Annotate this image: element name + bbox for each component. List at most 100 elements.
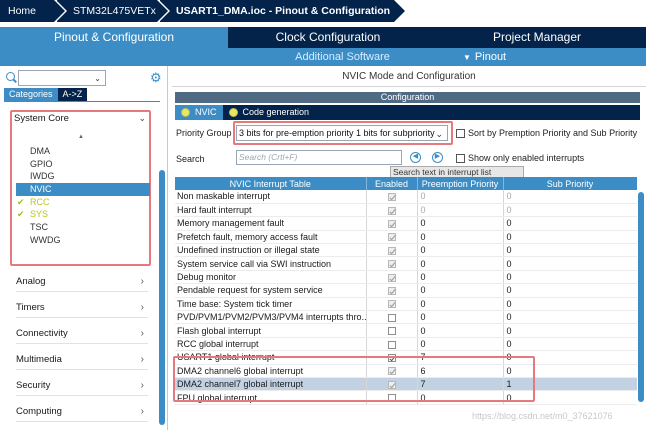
show-enabled-checkbox[interactable] bbox=[456, 154, 465, 163]
column-header-interrupt[interactable]: NVIC Interrupt Table bbox=[175, 177, 367, 190]
category-computing[interactable]: Computing › bbox=[16, 406, 148, 422]
category-label: Security bbox=[16, 380, 51, 391]
category-system-core[interactable]: System Core ⌄ bbox=[14, 113, 150, 127]
breadcrumb-home[interactable]: Home bbox=[0, 0, 67, 22]
preemption-priority[interactable]: 0 bbox=[417, 203, 504, 218]
table-row[interactable]: Non maskable interrupt 0 0 bbox=[175, 190, 637, 204]
table-row[interactable]: Prefetch fault, memory access fault 0 0 bbox=[175, 230, 637, 245]
check-icon: ✔ bbox=[17, 209, 25, 220]
peripheral-sys[interactable]: ✔ SYS bbox=[16, 208, 150, 221]
tab-categories[interactable]: Categories bbox=[4, 88, 58, 101]
preemption-priority[interactable]: 0 bbox=[417, 323, 504, 338]
peripheral-dma[interactable]: DMA bbox=[16, 145, 150, 158]
column-header-enabled[interactable]: Enabled bbox=[366, 177, 418, 190]
pinout-menu-button[interactable]: ▼ Pinout bbox=[463, 48, 506, 66]
peripheral-gpio[interactable]: GPIO bbox=[16, 158, 150, 171]
tab-code-generation[interactable]: Code generation bbox=[223, 105, 316, 120]
enabled-checkbox[interactable] bbox=[387, 206, 396, 215]
preemption-priority[interactable]: 0 bbox=[417, 297, 504, 312]
enabled-checkbox[interactable] bbox=[387, 220, 396, 229]
enabled-checkbox[interactable] bbox=[387, 273, 396, 282]
enabled-checkbox[interactable] bbox=[387, 246, 396, 255]
table-row[interactable]: PVD/PVM1/PVM2/PVM3/PVM4 interrupts thro.… bbox=[175, 310, 637, 325]
tab-nvic[interactable]: NVIC bbox=[175, 105, 223, 120]
category-analog[interactable]: Analog › bbox=[16, 276, 148, 292]
preemption-priority[interactable]: 0 bbox=[417, 337, 504, 352]
enabled-checkbox[interactable] bbox=[387, 313, 396, 322]
table-row[interactable]: Pendable request for system service 0 0 bbox=[175, 283, 637, 298]
category-label: Analog bbox=[16, 276, 46, 287]
column-header-preemption[interactable]: Preemption Priority bbox=[417, 177, 504, 190]
preemption-priority[interactable]: 0 bbox=[417, 243, 504, 258]
interrupt-name: Hard fault interrupt bbox=[175, 203, 367, 218]
peripheral-tsc[interactable]: TSC bbox=[16, 221, 150, 234]
category-multimedia[interactable]: Multimedia › bbox=[16, 354, 148, 370]
breadcrumb-mcu[interactable]: STM32L475VETx bbox=[57, 0, 170, 22]
preemption-priority[interactable]: 0 bbox=[417, 216, 504, 231]
search-next-button[interactable]: ▶ bbox=[432, 152, 443, 163]
category-scrollbar[interactable] bbox=[159, 170, 165, 425]
sub-priority[interactable]: 0 bbox=[503, 270, 637, 285]
preemption-priority[interactable]: 0 bbox=[417, 270, 504, 285]
peripheral-rcc[interactable]: ✔ RCC bbox=[16, 196, 150, 209]
sub-priority[interactable]: 0 bbox=[503, 323, 637, 338]
table-row[interactable]: Hard fault interrupt 0 0 bbox=[175, 203, 637, 218]
table-row[interactable]: Flash global interrupt 0 0 bbox=[175, 323, 637, 338]
tab-clock-configuration[interactable]: Clock Configuration bbox=[228, 27, 428, 48]
tab-pinout-configuration[interactable]: Pinout & Configuration bbox=[0, 27, 228, 48]
preemption-priority[interactable]: 0 bbox=[417, 283, 504, 298]
table-row[interactable]: RCC global interrupt 0 0 bbox=[175, 337, 637, 352]
sub-priority[interactable]: 0 bbox=[503, 230, 637, 245]
enabled-cell bbox=[366, 243, 418, 258]
table-row[interactable]: Time base: System tick timer 0 0 bbox=[175, 297, 637, 312]
interrupt-name: Flash global interrupt bbox=[175, 323, 367, 338]
sub-priority[interactable]: 0 bbox=[503, 243, 637, 258]
additional-software-button[interactable]: Additional Software bbox=[228, 48, 457, 66]
category-search-row: ⌄ ⚙ bbox=[4, 70, 164, 86]
table-row[interactable]: System service call via SWI instruction 0… bbox=[175, 256, 637, 271]
enabled-checkbox[interactable] bbox=[387, 193, 396, 202]
preemption-priority[interactable]: 0 bbox=[417, 256, 504, 271]
table-row[interactable]: Undefined instruction or illegal state 0 0 bbox=[175, 243, 637, 258]
enabled-checkbox[interactable] bbox=[387, 340, 396, 349]
category-connectivity[interactable]: Connectivity › bbox=[16, 328, 148, 344]
sub-priority[interactable]: 0 bbox=[503, 310, 637, 325]
enabled-checkbox[interactable] bbox=[387, 233, 396, 242]
sub-priority[interactable]: 0 bbox=[503, 337, 637, 352]
peripheral-iwdg[interactable]: IWDG bbox=[16, 170, 150, 183]
tab-project-manager[interactable]: Project Manager bbox=[428, 27, 646, 48]
sub-priority[interactable]: 0 bbox=[503, 297, 637, 312]
table-scrollbar[interactable] bbox=[638, 192, 644, 402]
enabled-cell bbox=[366, 310, 418, 325]
peripheral-label: RCC bbox=[30, 196, 50, 207]
table-row[interactable]: Memory management fault 0 0 bbox=[175, 216, 637, 231]
interrupt-search-input[interactable]: Search (Crtl+F) bbox=[236, 150, 402, 165]
enabled-cell bbox=[366, 256, 418, 271]
search-previous-button[interactable]: ◀ bbox=[410, 152, 421, 163]
column-header-sub-priority[interactable]: Sub Priority bbox=[503, 177, 637, 190]
preemption-priority[interactable]: 0 bbox=[417, 310, 504, 325]
enabled-checkbox[interactable] bbox=[387, 287, 396, 296]
tab-a-to-z[interactable]: A->Z bbox=[57, 88, 88, 101]
sub-priority[interactable]: 0 bbox=[503, 283, 637, 298]
enabled-checkbox[interactable] bbox=[387, 300, 396, 309]
gear-icon[interactable]: ⚙ bbox=[150, 71, 163, 84]
preemption-priority[interactable]: 0 bbox=[417, 190, 504, 204]
enabled-checkbox[interactable] bbox=[387, 327, 396, 336]
sort-priority-checkbox[interactable] bbox=[456, 129, 465, 138]
sub-priority[interactable]: 0 bbox=[503, 256, 637, 271]
sub-priority[interactable]: 0 bbox=[503, 190, 637, 204]
category-security[interactable]: Security › bbox=[16, 380, 148, 396]
enabled-checkbox[interactable] bbox=[387, 260, 396, 269]
preemption-priority[interactable]: 0 bbox=[417, 230, 504, 245]
table-row[interactable]: Debug monitor 0 0 bbox=[175, 270, 637, 285]
sub-priority[interactable]: 0 bbox=[503, 203, 637, 218]
chevron-down-icon[interactable]: ⌄ bbox=[94, 74, 101, 83]
category-search-input[interactable]: ⌄ bbox=[18, 70, 106, 86]
peripheral-nvic[interactable]: NVIC bbox=[16, 183, 150, 196]
sub-priority[interactable]: 0 bbox=[503, 216, 637, 231]
peripheral-wwdg[interactable]: WWDG bbox=[16, 234, 150, 247]
breadcrumb-project[interactable]: USART1_DMA.ioc - Pinout & Configuration bbox=[160, 0, 407, 22]
category-timers[interactable]: Timers › bbox=[16, 302, 148, 318]
priority-group-select[interactable]: 3 bits for pre-emption priority 1 bits f… bbox=[236, 125, 448, 141]
